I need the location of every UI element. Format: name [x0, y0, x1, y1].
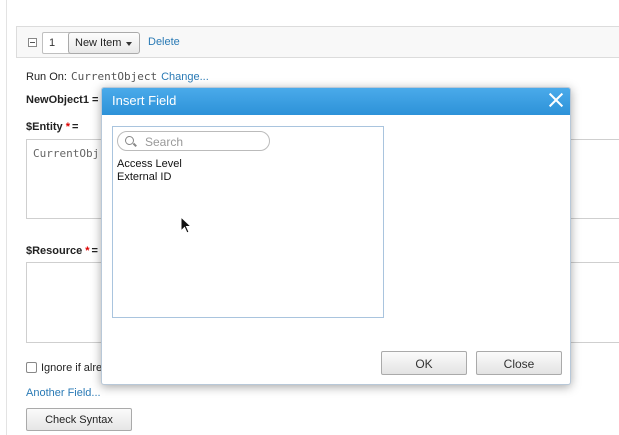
mouse-cursor-icon — [180, 216, 192, 234]
run-on-row: Run On: CurrentObject Change... — [26, 70, 209, 83]
close-button[interactable]: Close — [476, 351, 562, 375]
item-type-select-label: New Item — [75, 37, 122, 49]
dialog-title: Insert Field — [112, 93, 177, 108]
page-background: 1 New Item Delete Run On: CurrentObject Ch… — [0, 0, 619, 435]
resource-label: $Resource — [26, 245, 83, 257]
delete-link[interactable]: Delete — [148, 36, 180, 48]
ignore-row: Ignore if alre — [26, 362, 102, 374]
ok-button[interactable]: OK — [381, 351, 467, 375]
item-type-select[interactable]: New Item — [68, 32, 140, 54]
another-field-link[interactable]: Another Field... — [26, 387, 101, 399]
chevron-down-icon — [126, 42, 132, 46]
dialog-header: Insert Field — [102, 88, 570, 115]
search-placeholder: Search — [145, 135, 184, 149]
insert-field-dialog: Insert Field Search Access Level Externa… — [101, 87, 571, 385]
ignore-checkbox[interactable] — [26, 362, 37, 373]
field-list: Access Level External ID — [117, 158, 182, 184]
entity-equals: = — [71, 121, 79, 133]
entity-label: $Entity — [26, 121, 63, 133]
run-on-value: CurrentObject — [70, 70, 158, 83]
ignore-label: Ignore if alre — [41, 362, 103, 374]
search-icon — [125, 136, 134, 145]
required-marker: * — [65, 121, 70, 133]
left-border — [6, 0, 7, 435]
close-icon[interactable] — [548, 92, 564, 108]
list-item[interactable]: Access Level — [117, 158, 182, 171]
new-object-label: NewObject1 = — [26, 94, 99, 106]
resource-equals: = — [91, 245, 98, 257]
required-marker: * — [85, 245, 90, 257]
list-item[interactable]: External ID — [117, 171, 182, 184]
change-link[interactable]: Change... — [161, 71, 209, 83]
check-syntax-button[interactable]: Check Syntax — [26, 408, 132, 431]
item-header-bar: 1 New Item Delete — [16, 26, 619, 58]
collapse-icon[interactable] — [28, 38, 37, 47]
resource-label-row: $Resource * = — [26, 245, 98, 257]
entity-label-row: $Entity * = — [26, 121, 78, 133]
field-list-box: Search Access Level External ID — [112, 126, 384, 318]
search-input[interactable]: Search — [117, 131, 270, 151]
run-on-label: Run On: — [26, 71, 67, 83]
